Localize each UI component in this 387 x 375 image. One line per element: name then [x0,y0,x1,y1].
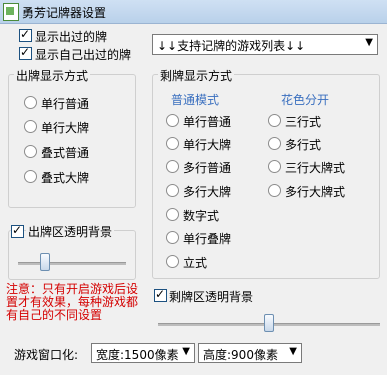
remaining-radio-5[interactable] [166,208,179,221]
show-played-label: 显示出过的牌 [35,30,108,44]
suit-radio-1[interactable] [268,114,281,127]
remaining-option-2: 单行大牌 [183,138,232,152]
suit-option-4: 多行大牌式 [285,185,346,199]
played-radio-3[interactable] [24,145,37,158]
remaining-radio-6[interactable] [166,231,179,244]
width-combo[interactable]: 宽度:1500像素 ▼ [91,343,195,363]
game-list-combo[interactable]: ↓↓支持记牌的游戏列表↓↓ ▼ [152,34,378,55]
suit-option-1: 三行式 [285,115,322,129]
played-radio-2[interactable] [24,120,37,133]
played-option-1: 单行普通 [41,97,90,111]
remaining-option-7: 立式 [183,256,208,270]
played-option-2: 单行大牌 [41,121,90,135]
remaining-option-1: 单行普通 [183,115,232,129]
show-self-played-checkbox[interactable] [19,45,32,60]
remaining-transparent-label: 剩牌区透明背景 [169,290,254,304]
height-combo-value: 高度:900像素 [203,348,278,362]
remaining-option-4: 多行大牌 [183,185,232,199]
game-list-combo-value: ↓↓支持记牌的游戏列表↓↓ [157,39,306,53]
dropdown-arrow-icon: ▼ [365,37,373,48]
remaining-radio-4[interactable] [166,184,179,197]
dropdown-arrow-icon: ▼ [289,346,297,357]
remaining-radio-7[interactable] [166,255,179,268]
suit-radio-2[interactable] [268,137,281,150]
title-bar: 勇芳记牌器设置 [0,0,387,24]
remaining-option-3: 多行普通 [183,161,232,175]
suit-option-3: 三行大牌式 [285,161,346,175]
suit-radio-3[interactable] [268,160,281,173]
remaining-option-5: 数字式 [183,209,220,223]
played-group-title: 出牌显示方式 [14,67,91,84]
width-combo-value: 宽度:1500像素 [96,348,179,362]
played-transparent-label: 出牌区透明背景 [26,223,115,240]
window-title: 勇芳记牌器设置 [22,6,107,20]
remaining-transparent-checkbox[interactable] [154,287,167,302]
played-transparent-track [18,262,126,265]
remaining-radio-3[interactable] [166,160,179,173]
played-transparent-checkbox[interactable] [11,223,24,238]
remaining-group-title: 剩牌显示方式 [158,67,235,84]
suit-option-2: 多行式 [285,138,322,152]
suit-mode-header: 花色分开 [281,93,330,107]
played-option-4: 叠式大牌 [41,171,90,185]
remaining-radio-1[interactable] [166,114,179,127]
played-transparent-slider[interactable] [40,253,50,271]
note-text: 注意：只有开启游戏后设置才有效果，每种游戏都有自己的不同设置 [6,282,139,322]
played-radio-1[interactable] [24,96,37,109]
played-radio-4[interactable] [24,170,37,183]
dropdown-arrow-icon: ▼ [182,346,190,357]
window-size-label: 游戏窗口化: [14,348,79,362]
suit-radio-4[interactable] [268,184,281,197]
played-option-3: 叠式普通 [41,146,90,160]
remaining-option-6: 单行叠牌 [183,232,232,246]
remaining-transparent-slider[interactable] [264,314,274,332]
remaining-radio-2[interactable] [166,137,179,150]
show-self-played-label: 显示自己出过的牌 [35,48,132,62]
show-played-checkbox[interactable] [19,27,32,42]
normal-mode-header: 普通模式 [171,93,220,107]
height-combo[interactable]: 高度:900像素 ▼ [198,343,302,363]
app-icon [3,3,19,21]
